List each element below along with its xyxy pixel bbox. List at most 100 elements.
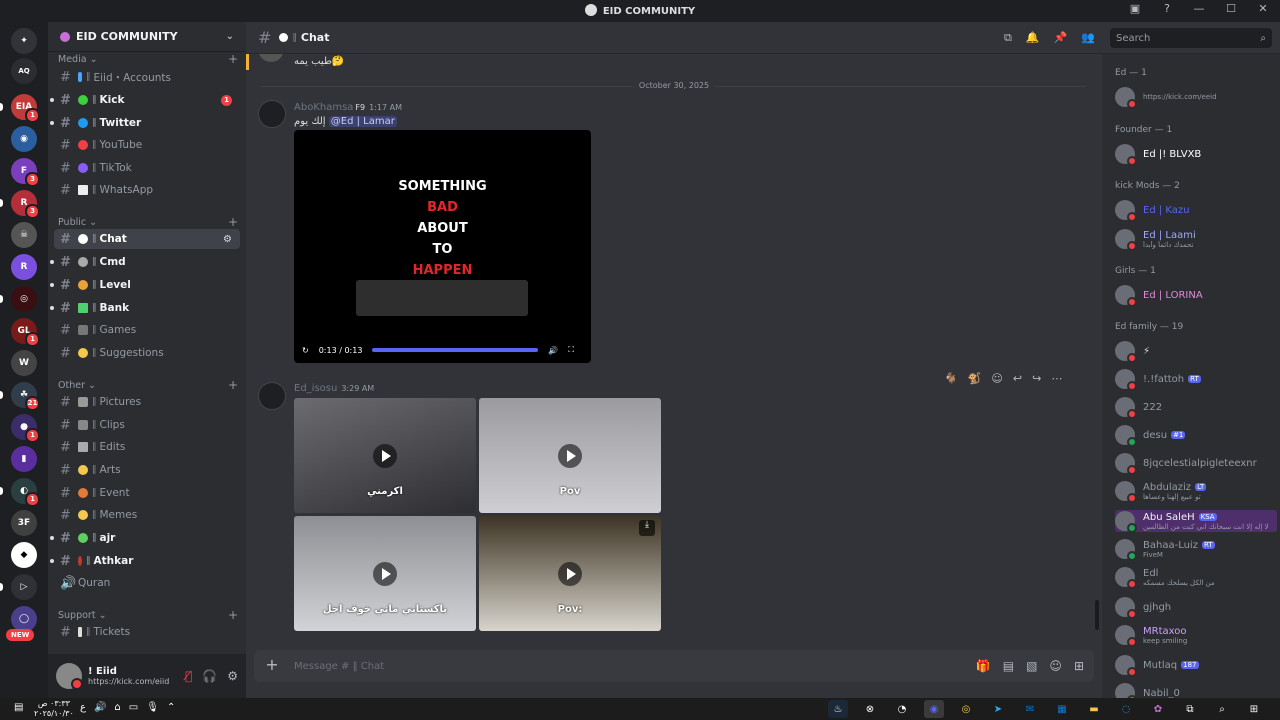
copilot-icon[interactable]: ✿ <box>1148 700 1168 718</box>
channel-tiktok[interactable]: # ‖ TikTok <box>54 158 240 178</box>
avatar[interactable] <box>258 100 286 128</box>
forward-icon[interactable]: ↪ <box>1032 372 1041 385</box>
channel-chat[interactable]: # ‖ Chat ⚙ <box>54 229 240 249</box>
add-channel-icon[interactable]: + <box>228 608 238 622</box>
member-item[interactable]: MRtaxoo keep smiling <box>1115 624 1277 647</box>
mic-muted-icon[interactable]: 🎙̸ <box>185 669 192 683</box>
server-icon[interactable]: GL 1 <box>11 318 40 347</box>
gift-icon[interactable]: 🎁 <box>976 659 991 673</box>
server-icon[interactable]: ◆ <box>11 542 37 568</box>
discord-icon[interactable]: ◉ <box>924 700 944 718</box>
steam-icon[interactable]: ♨ <box>828 700 848 718</box>
maximize-button[interactable]: ☐ <box>1222 2 1240 15</box>
member-item[interactable]: Abdulaziz LT تو عبيع إلهنا وعساها <box>1115 480 1277 503</box>
avatar[interactable] <box>258 54 284 62</box>
play-icon[interactable] <box>373 443 397 468</box>
member-item[interactable]: gjhgh <box>1115 596 1277 619</box>
notification-icon[interactable]: ▤ <box>14 702 23 713</box>
channel-settings-icon[interactable]: ⚙ <box>223 234 232 245</box>
video-attachment[interactable]: Pov <box>479 398 661 513</box>
category-support[interactable]: Support ⌄ + <box>58 608 238 622</box>
channel-edits[interactable]: # ‖ Edits <box>54 437 240 457</box>
clock[interactable]: ٠٣:٣٣ ص ٢٠٢٥/١٠/٣٠ <box>34 699 74 719</box>
member-item[interactable]: Nabil_0 <box>1115 682 1277 698</box>
member-item[interactable]: desu #1 <box>1115 424 1277 447</box>
server-icon[interactable]: ● 1 <box>11 414 40 443</box>
server-icon[interactable]: 3F <box>11 510 37 536</box>
server-icon[interactable]: ◉ <box>11 126 37 152</box>
home-button[interactable]: ✦ <box>11 28 37 54</box>
chrome-icon[interactable]: ◎ <box>956 700 976 718</box>
channel-level[interactable]: # ‖ Level <box>50 275 240 295</box>
member-item[interactable]: 222 <box>1115 396 1277 419</box>
member-item[interactable]: Bahaa-Luiz RT FiveM <box>1115 538 1277 561</box>
member-item[interactable]: Ed | LORINA <box>1115 284 1277 307</box>
server-icon[interactable]: ◎ <box>11 286 37 312</box>
server-icon[interactable]: ◐ 1 <box>11 478 40 507</box>
message-author[interactable]: Ed_isosu 3:29 AM <box>294 383 374 394</box>
new-unreads-pill[interactable]: NEW <box>6 629 35 641</box>
channel-athkar[interactable]: # ‖ Athkar <box>50 551 240 571</box>
channel-ajr[interactable]: # ‖ ajr <box>50 528 240 548</box>
channel-tickets[interactable]: # ‖ Tickets <box>54 622 240 642</box>
video-player[interactable]: SOMETHING BAD ABOUT TO HAPPEN ↻ 0:13 / 0… <box>294 130 591 363</box>
add-reaction-icon[interactable]: ☺ <box>991 372 1002 385</box>
member-item[interactable]: Ed |! BLVXB <box>1115 143 1277 166</box>
outlook-icon[interactable]: ✉ <box>1020 700 1040 718</box>
xbox-icon[interactable]: ⊗ <box>860 700 880 718</box>
video-progress-bar[interactable] <box>372 348 539 352</box>
channel-whatsapp[interactable]: # ‖ WhatsApp <box>54 180 240 200</box>
server-icon[interactable]: R <box>11 254 37 280</box>
store-icon[interactable]: ▦ <box>1052 700 1072 718</box>
channel-arts[interactable]: # ‖ Arts <box>54 460 240 480</box>
battery-icon[interactable]: ▭ <box>129 702 138 713</box>
minimize-button[interactable]: — <box>1190 2 1208 15</box>
emoji-icon[interactable]: ☺ <box>1049 659 1062 673</box>
server-icon[interactable]: EIA 1 <box>11 94 40 123</box>
avatar[interactable] <box>258 382 286 410</box>
more-icon[interactable]: ⋯ <box>1051 372 1062 385</box>
channel-memes[interactable]: # ‖ Memes <box>54 505 240 525</box>
channel-games[interactable]: # ‖ Games <box>54 320 240 340</box>
member-item[interactable]: Ed | Laami تحمدك دائماً وأبداً <box>1115 228 1277 251</box>
server-icon[interactable]: ▮ <box>11 446 37 472</box>
channel-bank[interactable]: # ‖ Bank <box>50 298 240 318</box>
member-item[interactable]: Edl من الكل يسلخك مسمكه <box>1115 566 1277 589</box>
chevron-up-icon[interactable]: ⌃ <box>167 702 175 713</box>
channel-twitter[interactable]: # ‖ Twitter <box>50 113 240 133</box>
network-icon[interactable]: ⌂ <box>114 702 120 713</box>
play-icon[interactable] <box>558 561 582 586</box>
channel-kick[interactable]: # ‖ Kick 1 <box>50 90 240 110</box>
gear-icon[interactable]: ⚙ <box>227 669 238 683</box>
attach-icon[interactable]: + <box>264 657 280 674</box>
member-item[interactable]: Ed | Kazu <box>1115 199 1277 222</box>
volume-icon[interactable]: 🔊 <box>94 702 106 713</box>
play-icon[interactable] <box>373 561 397 586</box>
folder-icon[interactable]: ▬ <box>1084 700 1104 718</box>
channel-accounts[interactable]: # ‖ Eiid・Accounts <box>54 67 240 87</box>
folder-icon[interactable]: AQ <box>11 58 37 84</box>
server-icon[interactable]: F3 <box>11 158 40 187</box>
mic-icon[interactable]: 🎙 <box>146 702 159 713</box>
pin-icon[interactable]: 📌 <box>1054 31 1068 45</box>
channel-pictures[interactable]: # ‖ Pictures <box>54 392 240 412</box>
telegram-icon[interactable]: ➤ <box>988 700 1008 718</box>
search-icon[interactable]: ⌕ <box>1212 700 1232 718</box>
reaction-icon[interactable]: 🐒 <box>968 372 982 385</box>
add-channel-icon[interactable]: + <box>228 52 238 66</box>
help-icon[interactable]: ? <box>1158 2 1176 15</box>
category-public[interactable]: Public ⌄ + <box>58 215 238 229</box>
members-icon[interactable]: 👥 <box>1081 31 1095 45</box>
download-icon[interactable]: ⤓ <box>639 520 655 536</box>
channel-cmd[interactable]: # ‖ Cmd <box>50 252 240 272</box>
server-icon[interactable]: ▷ <box>11 574 37 600</box>
replay-icon[interactable]: ↻ <box>302 346 309 355</box>
message-input[interactable]: + Message # ‖ Chat 🎁 ▤ ▧ ☺ ⊞ <box>254 650 1094 682</box>
video-attachment[interactable]: باكستاني ماني خوف اجل <box>294 516 476 631</box>
member-item[interactable]: https://kick.com/eeid <box>1115 86 1277 109</box>
add-channel-icon[interactable]: + <box>228 378 238 392</box>
avatar[interactable] <box>56 663 83 690</box>
search-input[interactable]: Search ⌕ <box>1110 28 1272 48</box>
reply-icon[interactable]: ↩ <box>1013 372 1022 385</box>
start-icon[interactable]: ⊞ <box>1244 700 1264 718</box>
